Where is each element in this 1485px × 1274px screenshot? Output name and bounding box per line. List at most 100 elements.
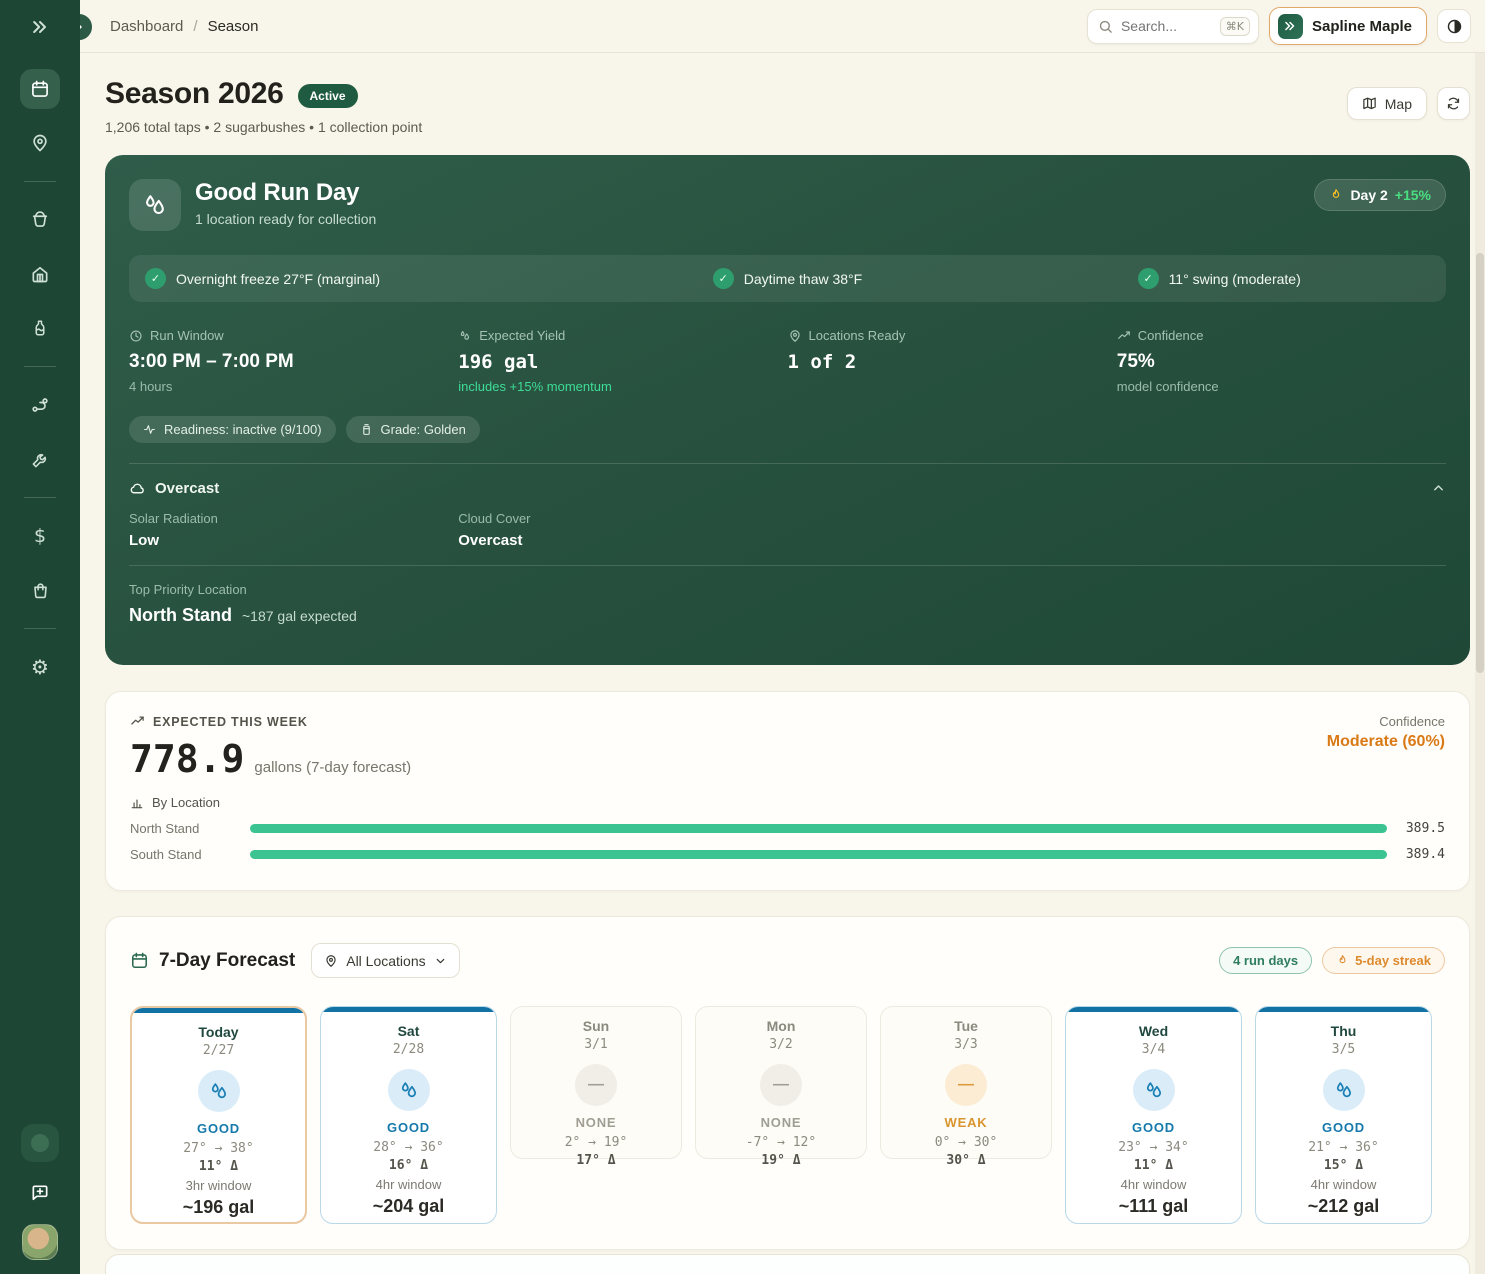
day-date: 2/27 [132,1043,305,1058]
sidebar-item-routes[interactable] [20,385,60,425]
stat-value: 75% [1117,351,1446,373]
day-momentum: +25% [321,1221,496,1224]
day-yield: ~212 gal [1256,1196,1431,1217]
theme-toggle-button[interactable] [1437,9,1471,43]
condition-item: ✓ Overnight freeze 27°F (marginal) [145,268,567,289]
scrollbar-thumb[interactable] [1476,253,1484,673]
day-date: 3/5 [1256,1042,1431,1057]
day-yield: ~204 gal [321,1196,496,1217]
condition-label: Daytime thaw 38°F [744,271,862,287]
activity-icon [143,423,156,436]
readiness-pill: Readiness: inactive (9/100) [129,416,336,443]
calendar-icon [30,79,50,99]
flame-icon [1128,1223,1140,1225]
forecast-day-card[interactable]: Wed 3/4 GOOD 23° → 34° 11° Δ 4hr window … [1065,1006,1242,1224]
status-tile[interactable] [21,1124,59,1162]
day-swing: 16° Δ [321,1158,496,1173]
stat-value: 196 gal [458,351,787,373]
sidebar-divider [24,628,56,629]
day-label: Thu [1256,1023,1431,1039]
stat-confidence: Confidence 75% model confidence [1117,328,1446,394]
stat-label: Expected Yield [479,328,565,343]
run-days-badge: 4 run days [1219,947,1312,974]
flame-icon [1336,954,1349,967]
stat-locations-ready: Locations Ready 1 of 2 [788,328,1117,394]
location-value: 389.4 [1387,847,1445,862]
sidebar-item-collection[interactable] [20,200,60,240]
week-total-unit: gallons (7-day forecast) [254,759,411,776]
location-filter-dropdown[interactable]: All Locations [311,943,459,978]
week-card-label: EXPECTED THIS WEEK [153,715,308,729]
droplets-icon [1323,1069,1365,1111]
streak-day-boost: +15% [1395,187,1431,203]
stat-value: 1 of 2 [788,351,1117,373]
user-avatar[interactable] [22,1224,58,1260]
location-bar [250,850,1387,859]
condition-item: ✓ 11° swing (moderate) [1008,268,1430,289]
day-date: 2/28 [321,1042,496,1057]
forecast-day-card[interactable]: Tue 3/3 — WEAK 0° → 30° 30° Δ [880,1006,1052,1159]
sidebar-item-maintenance[interactable] [20,439,60,479]
day-temps: 23° → 34° [1066,1140,1241,1155]
flame-icon [193,1224,205,1225]
stat-sub: includes +15% momentum [458,379,787,394]
sidebar-item-season[interactable] [20,69,60,109]
chevron-up-icon[interactable] [1431,481,1446,496]
location-value: 389.5 [1387,821,1445,836]
org-switcher-button[interactable]: Sapline Maple [1269,7,1427,45]
day-label: Sat [321,1023,496,1039]
forecast-day-card[interactable]: Today 2/27 GOOD 27° → 38° 11° Δ 3hr wind… [130,1006,307,1224]
day-momentum: +15% [132,1222,305,1224]
forecast-title: 7-Day Forecast [159,950,295,972]
day-temps: 21° → 36° [1256,1140,1431,1155]
condition-label: Overnight freeze 27°F (marginal) [176,271,380,287]
sidebar-item-sugarhouse[interactable] [20,254,60,294]
sidebar-collapse-icon[interactable] [23,10,57,44]
by-location-label: By Location [152,795,220,810]
sidebar-item-finance[interactable]: $ [20,516,60,556]
flame-icon [1318,1223,1330,1225]
day-swing: 19° Δ [696,1153,866,1168]
scrollbar[interactable] [1475,53,1485,1274]
week-total-value: 778.9 [130,737,244,781]
day-momentum: +30% [1256,1221,1431,1224]
search-box[interactable]: ⌘K [1087,9,1259,44]
sugarhouse-icon [30,264,50,284]
priority-location-name: North Stand [129,605,232,626]
forecast-day-card[interactable]: Thu 3/5 GOOD 21° → 36° 15° Δ 4hr window … [1255,1006,1432,1224]
priority-location: Top Priority Location North Stand ~187 g… [129,565,1446,626]
forecast-day-card[interactable]: Mon 3/2 — NONE -7° → 12° 19° Δ [695,1006,867,1159]
sidebar-item-syrup[interactable] [20,308,60,348]
condition-label: 11° swing (moderate) [1169,271,1301,287]
breadcrumb-current: Season [208,18,259,35]
bucket-icon [30,210,50,230]
divider [129,463,1446,464]
day-momentum-value: +15% [210,1222,244,1224]
forecast-day-card[interactable]: Sat 2/28 GOOD 28° → 36° 16° Δ 4hr window… [320,1006,497,1224]
day-momentum: +30% [1066,1221,1241,1224]
search-input[interactable] [1121,18,1212,34]
refresh-button[interactable] [1437,87,1470,120]
sidebar-item-settings[interactable]: ⚙ [20,647,60,687]
forecast-card: 7-Day Forecast All Locations 4 run days … [105,916,1470,1250]
breadcrumb-parent[interactable]: Dashboard [110,18,183,35]
map-pin-icon [324,954,338,968]
grade-pill: Grade: Golden [346,416,480,443]
streak-badge-label: 5-day streak [1355,953,1431,968]
streak-day-label: Day 2 [1350,187,1387,203]
day-window: 4hr window [321,1177,496,1192]
sidebar-bottom [20,1124,60,1274]
forecast-day-card[interactable]: Sun 3/1 — NONE 2° → 19° 17° Δ [510,1006,682,1159]
stat-label: Run Window [150,328,224,343]
sidebar-item-orders[interactable] [20,570,60,610]
feedback-button[interactable] [20,1176,60,1210]
map-button[interactable]: Map [1347,87,1427,120]
bottle-icon [31,319,49,337]
droplet-icon [458,329,472,343]
location-name: South Stand [130,847,250,862]
stat-value: 3:00 PM – 7:00 PM [129,351,458,373]
message-plus-icon [30,1183,50,1203]
sidebar-item-locations[interactable] [20,123,60,163]
day-swing: 17° Δ [511,1153,681,1168]
day-yield: ~111 gal [1066,1196,1241,1217]
